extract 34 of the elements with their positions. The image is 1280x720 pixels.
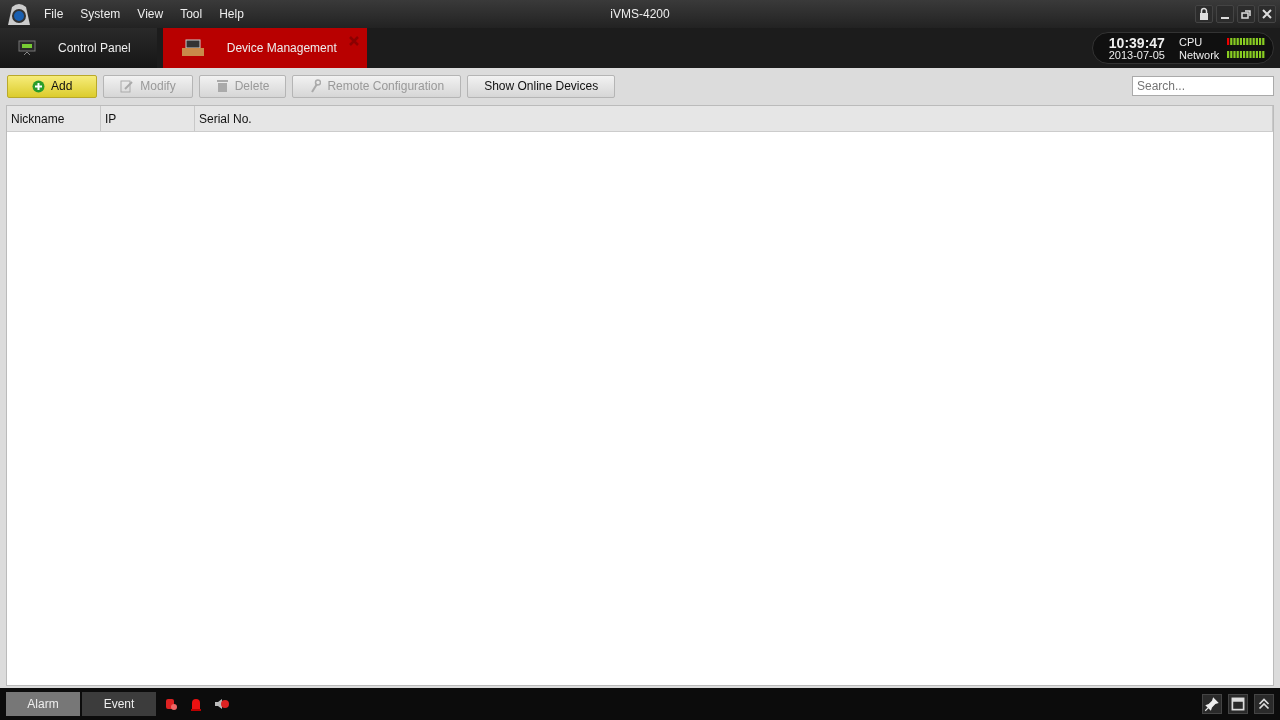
plus-icon [32, 79, 45, 93]
bottom-tab[interactable]: Event [82, 692, 156, 716]
tab[interactable]: Control Panel [0, 28, 157, 68]
tab[interactable]: Device Management [162, 28, 367, 68]
menu-item[interactable]: System [80, 7, 121, 21]
monitor-icon [18, 40, 36, 56]
clock-time: 10:39:47 [1108, 35, 1165, 50]
toolbar-button[interactable]: Show Online Devices [467, 74, 616, 98]
meter-label: Network [1179, 48, 1220, 61]
column-header[interactable]: Nickname [7, 106, 101, 131]
menu-item[interactable]: Tool [180, 7, 203, 21]
menu-item[interactable]: File [44, 7, 64, 21]
search-field[interactable]: Search... [1132, 76, 1274, 96]
wrench-icon [309, 79, 322, 93]
menu-item[interactable]: View [137, 7, 164, 21]
lock-button[interactable] [1195, 5, 1213, 23]
menu-item[interactable]: Help [219, 7, 244, 21]
window-title: iVMS-4200 [610, 7, 670, 21]
clock-date: 2013-07-05 [1108, 49, 1165, 61]
column-header[interactable]: IP [101, 106, 195, 131]
toolbar-button[interactable]: Add [7, 74, 98, 98]
trash-icon [215, 79, 229, 93]
window-button[interactable] [1228, 694, 1248, 714]
pin-button[interactable] [1202, 694, 1222, 714]
device-tray-icon [180, 39, 205, 57]
expand-up-button[interactable] [1254, 694, 1274, 714]
meter-label: CPU [1179, 35, 1203, 48]
restore-button[interactable] [1237, 5, 1255, 23]
bottom-tab[interactable]: Alarm [6, 692, 80, 716]
pencil-icon [120, 79, 135, 93]
minimize-button[interactable] [1216, 5, 1234, 23]
siren-icon[interactable] [190, 697, 202, 711]
column-header[interactable]: Serial No. [195, 106, 1273, 131]
close-button[interactable] [1258, 5, 1276, 23]
